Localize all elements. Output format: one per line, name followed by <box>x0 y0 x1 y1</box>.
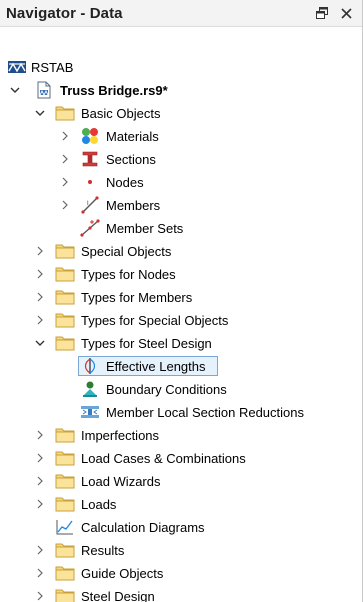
chevron-down-icon[interactable] <box>9 84 21 96</box>
tree-item-calculation-diagrams[interactable]: Calculation Diagrams <box>0 516 362 539</box>
folder-icon <box>55 472 75 490</box>
chevron-right-icon[interactable] <box>34 245 46 257</box>
tree-item-label: Effective Lengths <box>106 359 206 374</box>
chevron-right-icon[interactable] <box>34 429 46 441</box>
folder-icon <box>55 587 75 602</box>
section-reductions-icon <box>80 403 100 421</box>
chevron-right-icon[interactable] <box>34 291 46 303</box>
folder-icon <box>55 104 75 122</box>
diagram-icon <box>55 518 75 536</box>
tree-item-label: Boundary Conditions <box>106 382 227 397</box>
tree-item-label: RSTAB <box>31 60 74 75</box>
tree-item-label: Types for Nodes <box>81 267 176 282</box>
tree-item-label: Steel Design <box>81 589 155 602</box>
tree-item-label: Special Objects <box>81 244 172 259</box>
tree-item-label: Member Local Section Reductions <box>106 405 304 420</box>
float-window-icon[interactable] <box>315 6 329 20</box>
tree-item-label: Types for Members <box>81 290 193 305</box>
tree-item-types-for-special-objects[interactable]: Types for Special Objects <box>0 309 362 332</box>
tree-item-label: Guide Objects <box>81 566 164 581</box>
tree-item-member-local-section-reductions[interactable]: Member Local Section Reductions <box>0 401 362 424</box>
folder-icon <box>55 426 75 444</box>
folder-icon <box>55 495 75 513</box>
folder-icon <box>55 334 75 352</box>
folder-icon <box>55 311 75 329</box>
folder-icon <box>55 541 75 559</box>
tree-item-members[interactable]: I Members <box>0 194 362 217</box>
panel-titlebar: Navigator - Data <box>0 0 362 27</box>
tree-item-label: Members <box>106 198 161 213</box>
member-sets-icon <box>80 219 100 237</box>
tree-item-label: Nodes <box>106 175 144 190</box>
chevron-right-icon[interactable] <box>34 590 46 602</box>
nodes-icon <box>80 173 100 191</box>
sections-icon <box>80 150 100 168</box>
tree-item-label: Basic Objects <box>81 106 161 121</box>
tree-item-label: Load Wizards <box>81 474 161 489</box>
tree-item-sections[interactable]: Sections <box>0 148 362 171</box>
members-icon: I <box>80 196 100 214</box>
panel-title: Navigator - Data <box>6 4 123 22</box>
tree-item-label: Member Sets <box>106 221 184 236</box>
tree-item-types-for-members[interactable]: Types for Members <box>0 286 362 309</box>
chevron-right-icon[interactable] <box>34 452 46 464</box>
model-file-icon <box>34 81 54 99</box>
tree-item-materials[interactable]: Materials <box>0 125 362 148</box>
chevron-down-icon[interactable] <box>34 337 46 349</box>
tree-item-imperfections[interactable]: Imperfections <box>0 424 362 447</box>
materials-icon <box>80 127 100 145</box>
effective-lengths-icon <box>80 357 100 375</box>
chevron-right-icon[interactable] <box>59 176 71 188</box>
tree-item-special-objects[interactable]: Special Objects <box>0 240 362 263</box>
tree-item-load-cases-combinations[interactable]: Load Cases & Combinations <box>0 447 362 470</box>
boundary-conditions-icon <box>80 380 100 398</box>
tree-item-label: Sections <box>106 152 156 167</box>
chevron-right-icon[interactable] <box>59 130 71 142</box>
tree-item-results[interactable]: Results <box>0 539 362 562</box>
folder-icon <box>55 242 75 260</box>
tree-item-types-for-steel-design[interactable]: Types for Steel Design <box>0 332 362 355</box>
tree-item-label: Imperfections <box>81 428 160 443</box>
tree-item-label: Load Cases & Combinations <box>81 451 246 466</box>
chevron-right-icon[interactable] <box>34 314 46 326</box>
chevron-right-icon[interactable] <box>34 268 46 280</box>
tree-item-label: Types for Special Objects <box>81 313 229 328</box>
rstab-logo-icon <box>7 58 27 76</box>
chevron-right-icon[interactable] <box>59 153 71 165</box>
tree-item-label: Results <box>81 543 125 558</box>
folder-icon <box>55 564 75 582</box>
folder-icon <box>55 265 75 283</box>
chevron-right-icon[interactable] <box>34 498 46 510</box>
tree-item-load-wizards[interactable]: Load Wizards <box>0 470 362 493</box>
tree-item-boundary-conditions[interactable]: Boundary Conditions <box>0 378 362 401</box>
tree-item-nodes[interactable]: Nodes <box>0 171 362 194</box>
tree-item-label: Calculation Diagrams <box>81 520 205 535</box>
tree-item-member-sets[interactable]: Member Sets <box>0 217 362 240</box>
chevron-right-icon[interactable] <box>34 567 46 579</box>
chevron-right-icon[interactable] <box>34 475 46 487</box>
tree-item-label: Types for Steel Design <box>81 336 212 351</box>
folder-icon <box>55 288 75 306</box>
tree-item-effective-lengths[interactable]: Effective Lengths <box>0 355 362 378</box>
close-icon[interactable] <box>339 6 353 20</box>
chevron-down-icon[interactable] <box>34 107 46 119</box>
tree-item-label: Truss Bridge.rs9* <box>60 83 168 98</box>
chevron-right-icon[interactable] <box>34 544 46 556</box>
chevron-right-icon[interactable] <box>59 199 71 211</box>
tree-item-truss-bridge-rs9[interactable]: Truss Bridge.rs9* <box>0 79 362 102</box>
tree-item-steel-design[interactable]: Steel Design <box>0 585 362 602</box>
tree-item-types-for-nodes[interactable]: Types for Nodes <box>0 263 362 286</box>
navigator-panel: Navigator - Data RSTAB Truss Bridge.rs9* B… <box>0 0 363 602</box>
folder-icon <box>55 449 75 467</box>
tree-item-basic-objects[interactable]: Basic Objects <box>0 102 362 125</box>
tree-item-rstab[interactable]: RSTAB <box>0 56 362 79</box>
tree-item-label: Materials <box>106 129 159 144</box>
tree-item-loads[interactable]: Loads <box>0 493 362 516</box>
tree-item-guide-objects[interactable]: Guide Objects <box>0 562 362 585</box>
tree-item-label: Loads <box>81 497 117 512</box>
